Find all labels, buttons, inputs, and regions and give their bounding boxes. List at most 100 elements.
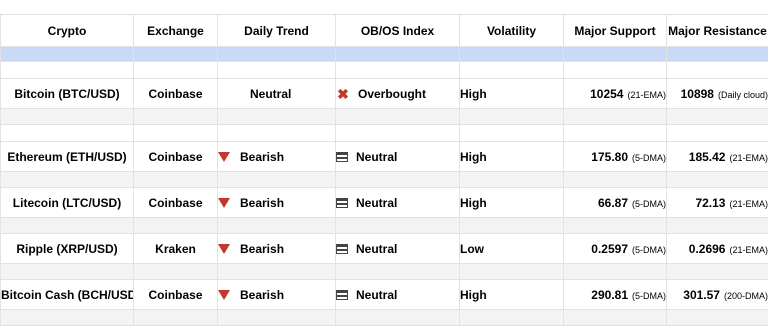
cell[interactable] [1, 47, 134, 62]
cell[interactable] [1, 62, 134, 79]
cell[interactable] [564, 47, 667, 62]
cell[interactable] [336, 109, 460, 125]
cell[interactable] [134, 62, 218, 79]
trend-cell[interactable]: Bearish [218, 280, 336, 310]
cell[interactable] [218, 310, 336, 326]
cell[interactable] [218, 109, 336, 125]
support-cell[interactable]: 66.87(5-DMA) [564, 188, 667, 218]
cell[interactable] [564, 109, 667, 125]
cell[interactable] [336, 62, 460, 79]
col-header-obos-index[interactable]: OB/OS Index [336, 15, 460, 47]
cell[interactable] [134, 109, 218, 125]
cell[interactable] [460, 109, 564, 125]
support-note: (5-DMA) [632, 199, 666, 209]
volatility-cell[interactable]: High [460, 79, 564, 109]
col-header-daily-trend[interactable]: Daily Trend [218, 15, 336, 47]
volatility-cell[interactable]: High [460, 280, 564, 310]
crypto-cell[interactable]: Bitcoin Cash (BCH/USD) [1, 280, 134, 310]
cell[interactable] [564, 310, 667, 326]
volatility-cell[interactable]: High [460, 188, 564, 218]
col-header-major-resistance[interactable]: Major Resistance [667, 15, 768, 47]
cell[interactable] [667, 62, 768, 79]
volatility-cell[interactable]: Low [460, 234, 564, 264]
cell[interactable] [336, 310, 460, 326]
cell[interactable] [564, 264, 667, 280]
cell[interactable] [460, 310, 564, 326]
col-header-volatility[interactable]: Volatility [460, 15, 564, 47]
col-header-exchange[interactable]: Exchange [134, 15, 218, 47]
cell[interactable] [1, 264, 134, 280]
cell[interactable] [460, 62, 564, 79]
cell[interactable] [218, 125, 336, 142]
cell[interactable] [336, 47, 460, 62]
trend-cell[interactable]: Bearish [218, 234, 336, 264]
cell[interactable] [564, 125, 667, 142]
down-triangle-icon [218, 244, 230, 254]
cell[interactable] [667, 218, 768, 234]
cell[interactable] [1, 218, 134, 234]
cell[interactable] [460, 264, 564, 280]
cell[interactable] [460, 172, 564, 188]
cell[interactable] [667, 264, 768, 280]
exchange-cell[interactable]: Coinbase [134, 188, 218, 218]
trend-cell[interactable]: Neutral [218, 79, 336, 109]
cell[interactable] [336, 125, 460, 142]
cell[interactable] [336, 218, 460, 234]
resistance-cell[interactable]: 185.42(21-EMA) [667, 142, 768, 172]
cell[interactable] [460, 218, 564, 234]
resistance-cell[interactable]: 301.57(200-DMA) [667, 280, 768, 310]
crypto-cell[interactable]: Ethereum (ETH/USD) [1, 142, 134, 172]
col-header-major-support[interactable]: Major Support [564, 15, 667, 47]
cell[interactable] [1, 310, 134, 326]
cell[interactable] [667, 310, 768, 326]
exchange-cell[interactable]: Coinbase [134, 142, 218, 172]
cell[interactable] [1, 125, 134, 142]
cell[interactable] [460, 125, 564, 142]
cell[interactable] [134, 264, 218, 280]
trend-cell[interactable]: Bearish [218, 142, 336, 172]
index-cell[interactable]: Neutral [336, 234, 460, 264]
support-cell[interactable]: 175.80(5-DMA) [564, 142, 667, 172]
cell[interactable] [1, 172, 134, 188]
cell[interactable] [667, 109, 768, 125]
exchange-cell[interactable]: Coinbase [134, 79, 218, 109]
cell[interactable] [134, 125, 218, 142]
resistance-cell[interactable]: 0.2696(21-EMA) [667, 234, 768, 264]
support-cell[interactable]: 0.2597(5-DMA) [564, 234, 667, 264]
cell[interactable] [218, 47, 336, 62]
resistance-cell[interactable]: 72.13(21-EMA) [667, 188, 768, 218]
cell[interactable] [667, 47, 768, 62]
crypto-cell[interactable]: Ripple (XRP/USD) [1, 234, 134, 264]
cell[interactable] [336, 264, 460, 280]
index-cell[interactable]: Neutral [336, 280, 460, 310]
cell[interactable] [134, 310, 218, 326]
support-cell[interactable]: 290.81(5-DMA) [564, 280, 667, 310]
exchange-cell[interactable]: Kraken [134, 234, 218, 264]
cell[interactable] [134, 172, 218, 188]
cell[interactable] [336, 172, 460, 188]
cell[interactable] [134, 218, 218, 234]
cell[interactable] [460, 47, 564, 62]
resistance-cell[interactable]: 10898(Daily cloud) [667, 79, 768, 109]
index-cell[interactable]: Neutral [336, 188, 460, 218]
cell[interactable] [1, 109, 134, 125]
cell[interactable] [667, 125, 768, 142]
trend-cell[interactable]: Bearish [218, 188, 336, 218]
volatility-cell[interactable]: High [460, 142, 564, 172]
col-header-crypto[interactable]: Crypto [1, 15, 134, 47]
exchange-cell[interactable]: Coinbase [134, 280, 218, 310]
index-cell[interactable]: ✖Overbought [336, 79, 460, 109]
index-cell[interactable]: Neutral [336, 142, 460, 172]
cell[interactable] [218, 218, 336, 234]
support-cell[interactable]: 10254(21-EMA) [564, 79, 667, 109]
crypto-cell[interactable]: Bitcoin (BTC/USD) [1, 79, 134, 109]
cell[interactable] [218, 264, 336, 280]
cell[interactable] [134, 47, 218, 62]
cell[interactable] [564, 218, 667, 234]
cell[interactable] [564, 172, 667, 188]
cell[interactable] [564, 62, 667, 79]
cell[interactable] [218, 172, 336, 188]
crypto-cell[interactable]: Litecoin (LTC/USD) [1, 188, 134, 218]
cell[interactable] [667, 172, 768, 188]
cell[interactable] [218, 62, 336, 79]
